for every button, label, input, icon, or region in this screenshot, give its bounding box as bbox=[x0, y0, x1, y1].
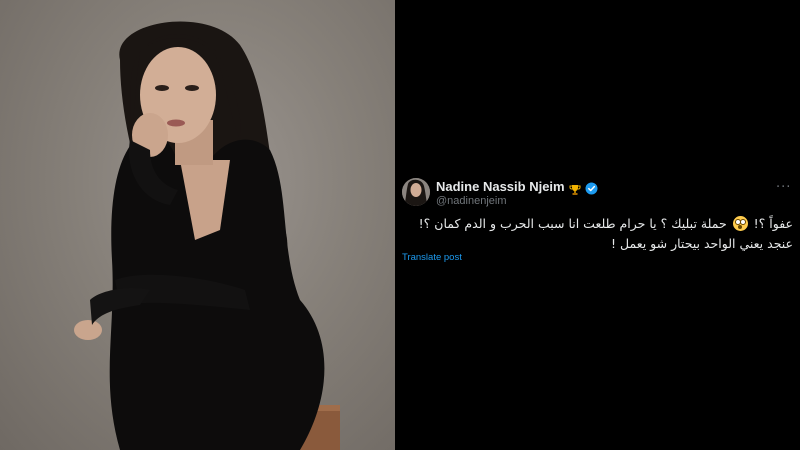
woman-portrait-image bbox=[74, 21, 340, 450]
screenshot: Nadine Nassib Njeim @nadinenjeim ··· عفو… bbox=[0, 0, 800, 450]
author-handle[interactable]: @nadinenjeim bbox=[436, 195, 507, 207]
more-options-icon[interactable]: ··· bbox=[776, 180, 791, 195]
post-photo[interactable] bbox=[0, 0, 395, 450]
post-header: Nadine Nassib Njeim bbox=[436, 179, 598, 195]
trophy-icon bbox=[569, 181, 581, 195]
author-name[interactable]: Nadine Nassib Njeim bbox=[436, 179, 565, 194]
post-text: عفواً ؟! حملة تبليك ؟ يا حرام طلعت انا س… bbox=[400, 214, 793, 254]
author-avatar[interactable] bbox=[402, 178, 430, 206]
avatar-image bbox=[402, 178, 430, 206]
verified-badge-icon bbox=[585, 180, 598, 195]
flushed-face-emoji bbox=[732, 216, 748, 231]
translate-post-link[interactable]: Translate post bbox=[402, 252, 462, 263]
post-text-start: عفواً ؟! bbox=[753, 216, 793, 231]
